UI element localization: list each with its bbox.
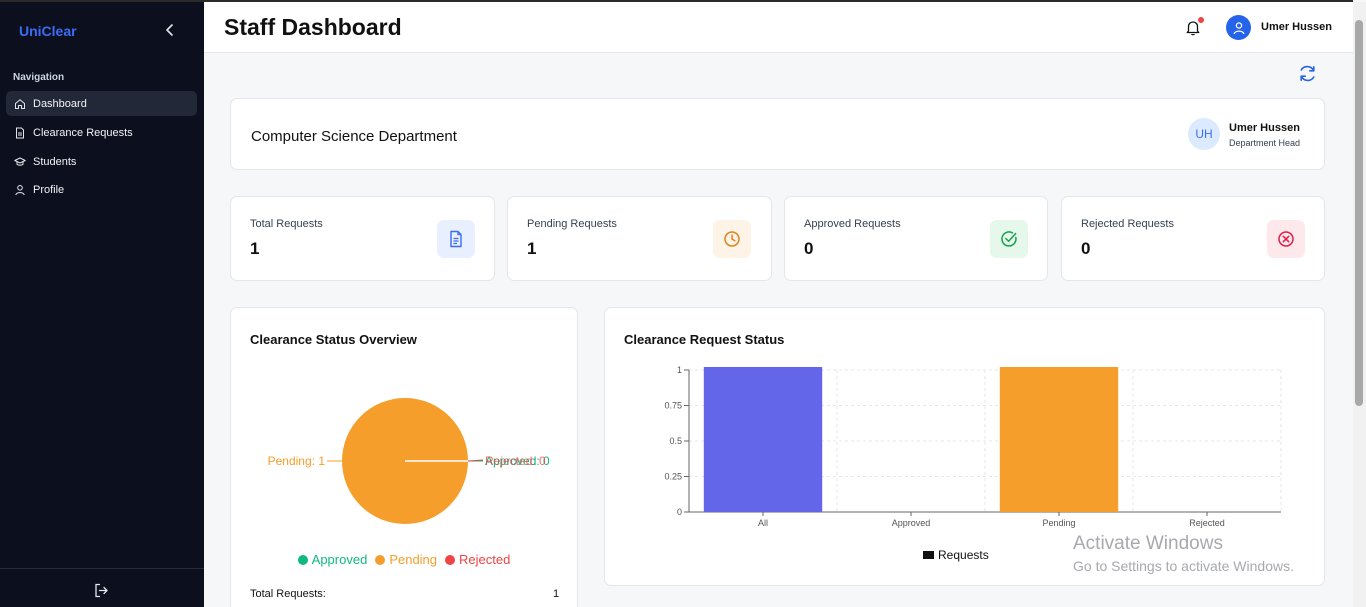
y-tick-label: 0.25 <box>664 472 682 482</box>
x-circle-icon <box>1267 220 1305 258</box>
y-tick-label: 0 <box>677 507 682 517</box>
check-circle-icon <box>990 220 1028 258</box>
sidebar-item-label: Dashboard <box>33 97 87 110</box>
department-head-role: Department Head <box>1229 138 1301 148</box>
total-requests-label: Total Requests: <box>250 588 326 600</box>
avatar: UH <box>1188 118 1220 150</box>
stat-card-approved: Approved Requests 0 <box>784 196 1048 281</box>
stat-value: 1 <box>250 239 260 258</box>
sidebar: UniClear Navigation Dashboard Clearance … <box>0 0 204 607</box>
bar-all <box>703 367 823 512</box>
y-tick-label: 0.75 <box>664 401 682 411</box>
header-user-name[interactable]: Umer Hussen <box>1261 21 1332 33</box>
pie-label-rejected: Rejected: 0 <box>485 454 546 468</box>
pie-legend: Approved Pending Rejected <box>231 552 577 567</box>
windows-watermark-title: Activate Windows <box>1073 533 1223 554</box>
clock-icon <box>713 220 751 258</box>
stat-label: Approved Requests <box>804 218 901 230</box>
page-title: Staff Dashboard <box>224 14 402 40</box>
sidebar-item-dashboard[interactable]: Dashboard <box>6 91 197 116</box>
stat-label: Pending Requests <box>527 218 617 230</box>
stat-label: Total Requests <box>250 218 323 230</box>
department-head-name: Umer Hussen <box>1229 122 1300 134</box>
stat-card-total: Total Requests 1 <box>230 196 495 281</box>
graduation-cap-icon <box>14 157 26 166</box>
pie-chart: Pending: 1 Approved: 0 Rejected: 0 <box>268 398 550 524</box>
status-overview-card: Clearance Status Overview Pending: 1 App… <box>230 307 578 607</box>
x-tick-label: All <box>758 518 768 528</box>
home-icon <box>15 98 25 109</box>
chevron-left-icon[interactable] <box>163 22 177 38</box>
bar-chart: 0 0.25 0.5 0.75 1 All Approved Pending Rejected <box>664 365 1282 528</box>
bar-legend[interactable]: Requests <box>923 548 989 562</box>
document-icon <box>437 220 475 258</box>
x-tick-label: Pending <box>1042 518 1075 528</box>
sidebar-item-label: Students <box>33 155 77 168</box>
document-icon <box>16 127 24 138</box>
legend-item-pending[interactable]: Pending <box>375 552 437 567</box>
legend-item-approved[interactable]: Approved <box>297 552 367 567</box>
sidebar-item-students[interactable]: Students <box>6 149 197 174</box>
user-icon <box>15 184 25 195</box>
bar-pending <box>999 367 1119 512</box>
stat-value: 1 <box>527 239 537 258</box>
sidebar-item-label: Profile <box>33 183 65 196</box>
x-tick-label: Rejected <box>1189 518 1225 528</box>
notification-badge <box>1198 17 1204 23</box>
nav-section-title: Navigation <box>13 72 65 83</box>
y-tick-label: 0.5 <box>669 436 682 446</box>
x-tick-label: Approved <box>892 518 931 528</box>
sidebar-item-label: Clearance Requests <box>33 126 133 139</box>
sidebar-footer <box>0 568 204 607</box>
refresh-icon[interactable] <box>1298 64 1317 83</box>
department-name: Computer Science Department <box>251 128 457 145</box>
total-requests-value: 1 <box>553 588 560 600</box>
stat-value: 0 <box>804 239 814 258</box>
page-scrollbar[interactable] <box>1353 2 1366 607</box>
sidebar-item-profile[interactable]: Profile <box>6 177 197 202</box>
top-header: Staff Dashboard Umer Hussen <box>204 0 1353 53</box>
stat-card-pending: Pending Requests 1 <box>507 196 772 281</box>
stat-value: 0 <box>1081 239 1091 258</box>
card-title: Clearance Status Overview <box>250 332 417 347</box>
brand-logo[interactable]: UniClear <box>19 23 77 39</box>
logout-icon[interactable] <box>94 583 109 598</box>
pie-label-pending: Pending: 1 <box>268 454 326 468</box>
legend-label: Requests <box>938 548 989 562</box>
stat-card-rejected: Rejected Requests 0 <box>1061 196 1325 281</box>
scrollbar-thumb[interactable] <box>1355 20 1363 406</box>
windows-watermark-subtitle: Go to Settings to activate Windows. <box>1073 558 1294 574</box>
sidebar-item-clearance-requests[interactable]: Clearance Requests <box>6 120 197 145</box>
department-card: Computer Science Department UH Umer Huss… <box>230 98 1325 170</box>
user-avatar-icon[interactable] <box>1226 15 1251 40</box>
y-tick-label: 1 <box>677 365 682 375</box>
stat-label: Rejected Requests <box>1081 218 1174 230</box>
legend-item-rejected[interactable]: Rejected <box>445 552 510 567</box>
